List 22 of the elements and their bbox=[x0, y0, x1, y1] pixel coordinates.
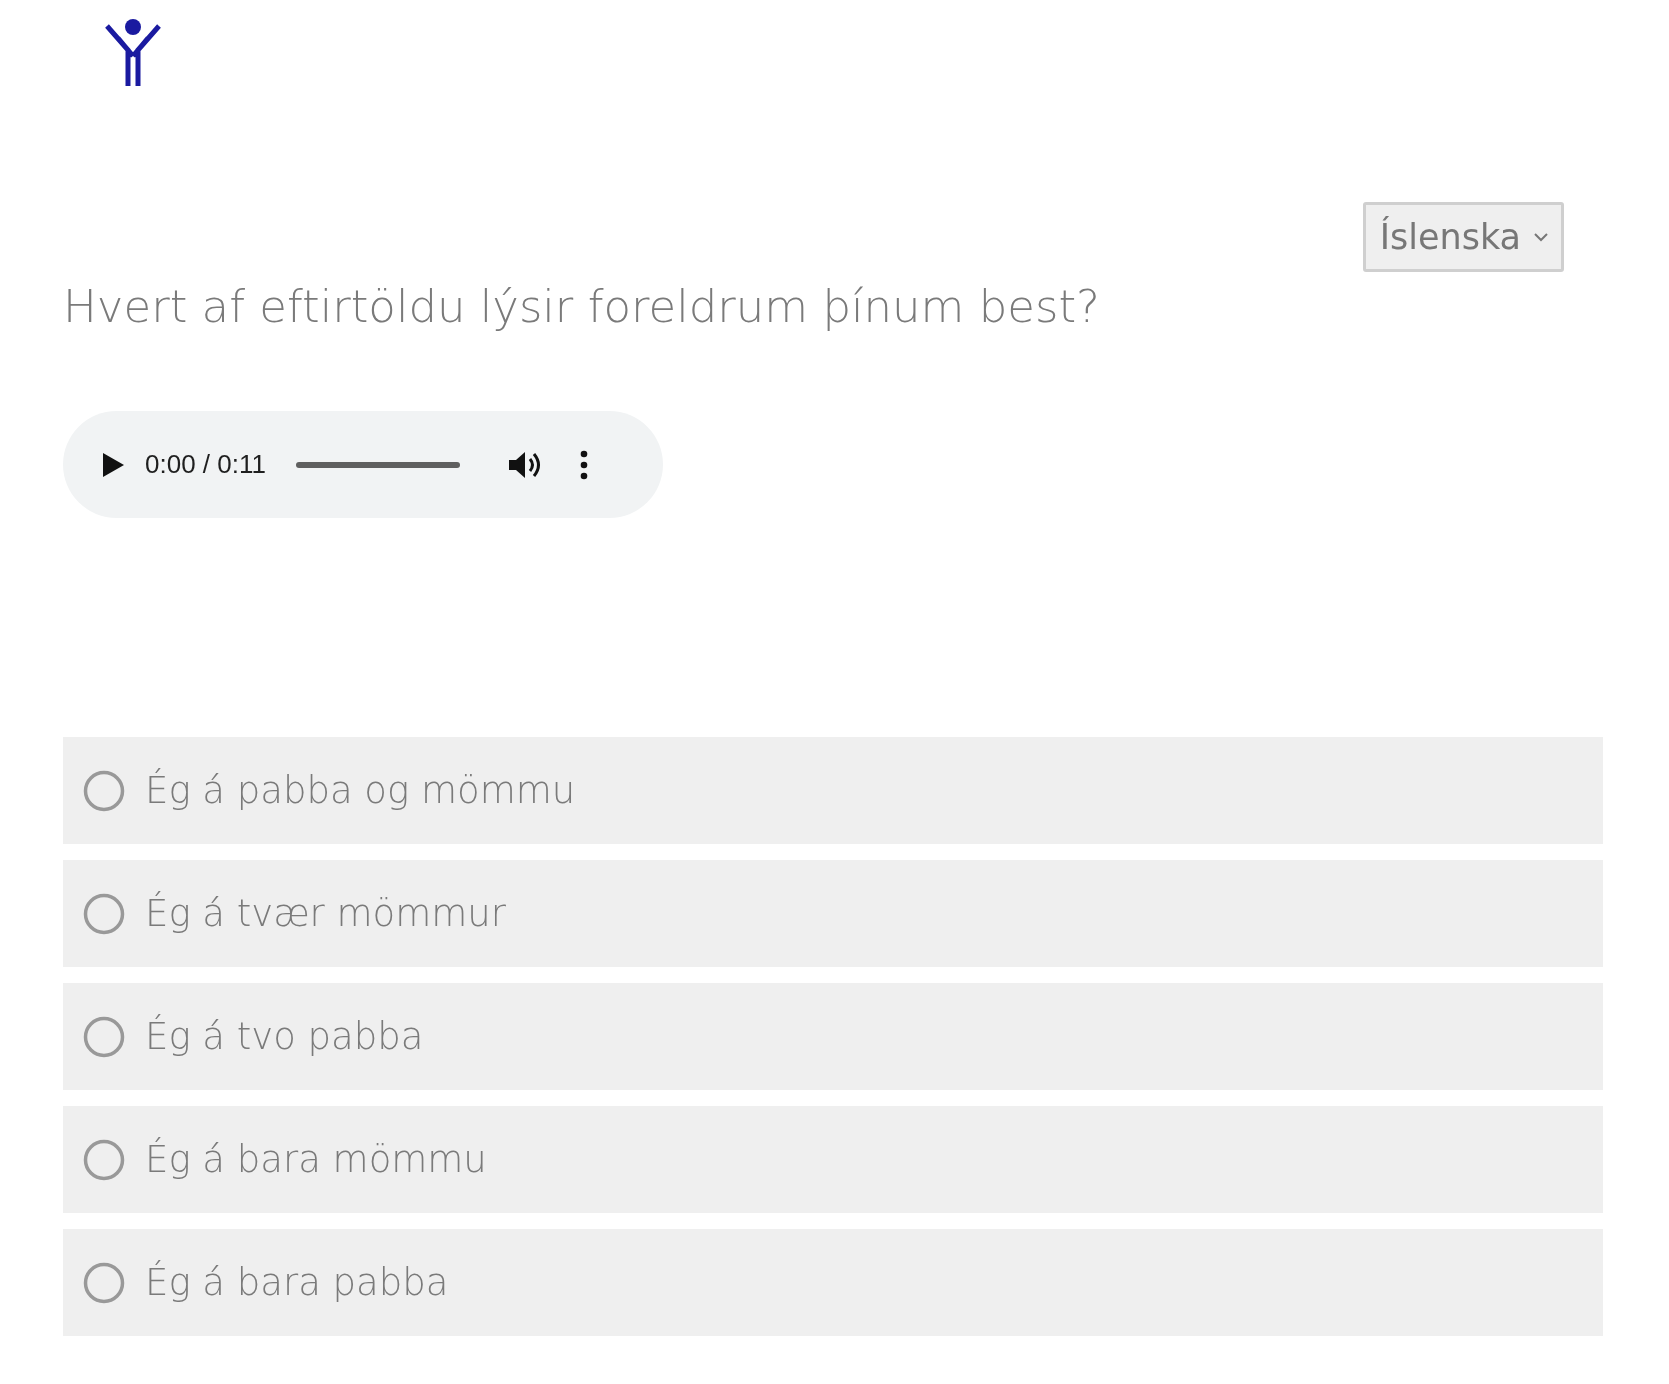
radio-button[interactable] bbox=[83, 892, 125, 935]
option-label: Ég á bara mömmu bbox=[145, 1138, 487, 1181]
radio-button[interactable] bbox=[83, 1138, 125, 1181]
answer-option[interactable]: Ég á tvo pabba bbox=[63, 983, 1603, 1090]
question-text: Hvert af eftirtöldu lýsir foreldrum þínum best? bbox=[63, 279, 1101, 333]
radio-button[interactable] bbox=[83, 1015, 125, 1058]
language-select[interactable]: Íslenska bbox=[1362, 202, 1564, 272]
answer-option[interactable]: Ég á bara pabba bbox=[63, 1229, 1603, 1336]
answer-option[interactable]: Ég á tvær mömmur bbox=[63, 860, 1603, 967]
radio-button[interactable] bbox=[83, 769, 125, 812]
option-label: Ég á bara pabba bbox=[145, 1261, 449, 1304]
answer-option[interactable]: Ég á bara mömmu bbox=[63, 1106, 1603, 1213]
radio-button[interactable] bbox=[83, 1261, 125, 1304]
audio-time: 0:00 / 0:11 bbox=[145, 449, 266, 480]
more-options-icon[interactable] bbox=[579, 449, 588, 480]
caret-icon bbox=[1533, 232, 1549, 242]
option-label: Ég á pabba og mömmu bbox=[145, 769, 576, 812]
option-label: Ég á tvo pabba bbox=[145, 1015, 424, 1058]
option-label: Ég á tvær mömmur bbox=[145, 892, 506, 935]
play-icon[interactable] bbox=[101, 451, 125, 478]
answer-option[interactable]: Ég á pabba og mömmu bbox=[63, 737, 1603, 844]
logo-icon bbox=[104, 18, 162, 86]
